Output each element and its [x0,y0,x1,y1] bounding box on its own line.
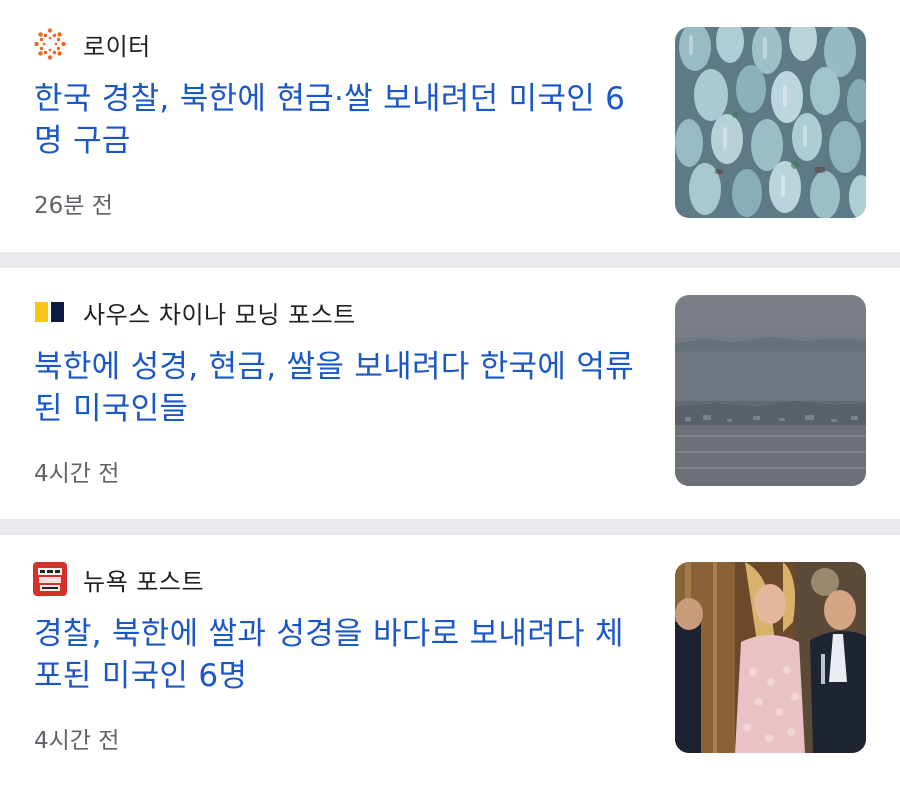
article-headline[interactable]: 북한에 성경, 현금, 쌀을 보내려다 한국에 억류된 미국인들 [34,346,644,430]
plastic-bottles-thumbnail[interactable] [675,27,866,218]
divider [0,519,900,535]
source-name: 뉴욕 포스트 [83,567,205,596]
article-timestamp: 4시간 전 [34,461,120,487]
news-card[interactable]: 로이터 한국 경찰, 북한에 현금·쌀 보내려던 미국인 6명 구금 26분 전 [0,0,900,252]
source-name: 사우스 차이나 모닝 포스트 [83,300,356,329]
article-headline[interactable]: 한국 경찰, 북한에 현금·쌀 보내려던 미국인 6명 구금 [34,78,644,162]
divider [0,252,900,268]
source-name: 로이터 [83,32,151,61]
ny-post-logo-icon [33,562,67,596]
news-card[interactable]: 뉴욕 포스트 경찰, 북한에 쌀과 성경을 바다로 보내려다 체포된 미국인 6… [0,535,900,785]
article-headline[interactable]: 경찰, 북한에 쌀과 성경을 바다로 보내려다 체포된 미국인 6명 [34,613,644,697]
source-row: 사우스 차이나 모닝 포스트 [33,295,356,329]
news-card[interactable]: 사우스 차이나 모닝 포스트 북한에 성경, 현금, 쌀을 보내려다 한국에 억… [0,268,900,519]
reuters-logo-icon [33,27,67,61]
source-row: 로이터 [33,27,151,61]
border-landscape-thumbnail[interactable] [675,295,866,486]
news-feed: 로이터 한국 경찰, 북한에 현금·쌀 보내려던 미국인 6명 구금 26분 전 [0,0,900,785]
people-event-thumbnail[interactable] [675,562,866,753]
article-timestamp: 4시간 전 [34,728,120,754]
source-row: 뉴욕 포스트 [33,562,205,596]
scmp-logo-icon [33,295,67,329]
article-timestamp: 26분 전 [34,193,113,219]
